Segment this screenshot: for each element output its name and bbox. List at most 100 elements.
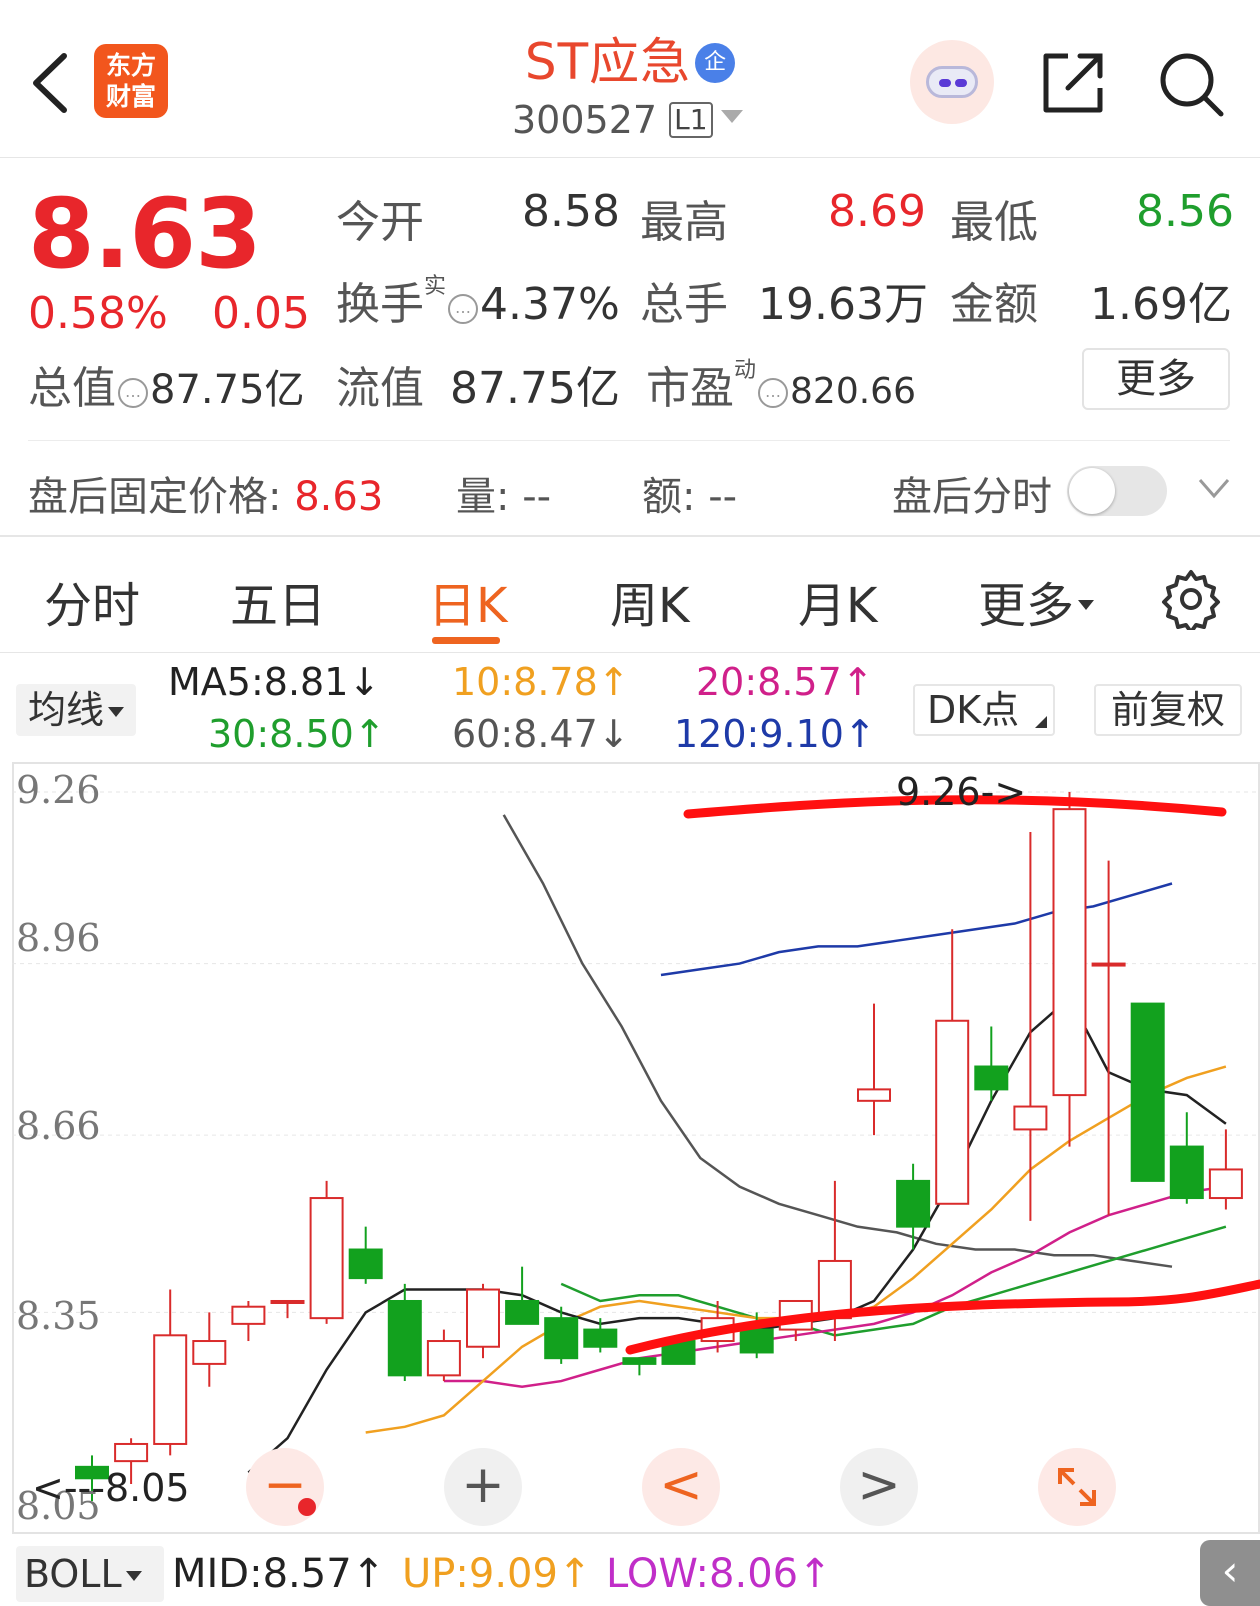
- float-cap-label: 流值: [336, 363, 424, 414]
- after-hours-volume: 量: --: [456, 474, 552, 520]
- market-cap[interactable]: 总值… 87.75亿: [28, 352, 305, 416]
- tab-more[interactable]: 更多: [978, 566, 1095, 636]
- market-cap-value: 87.75亿: [150, 367, 305, 413]
- candle-body: [270, 1299, 305, 1304]
- ma20-value: 20:8.57↑: [696, 660, 874, 704]
- ma5-value: MA5:8.81↓: [168, 660, 381, 704]
- ma10-value: 10:8.78↑: [452, 660, 630, 704]
- boll-up: UP:9.09↑: [402, 1551, 592, 1597]
- fullscreen-button[interactable]: [1038, 1448, 1116, 1526]
- candle-body: [505, 1299, 540, 1325]
- boll-low: LOW:8.06↑: [606, 1551, 832, 1597]
- high-price-marker: 9.26->: [896, 770, 1027, 814]
- y-axis-label: 8.66: [16, 1104, 101, 1148]
- turnover-value: 4.37%: [480, 279, 620, 330]
- candle-body: [1013, 1105, 1048, 1131]
- dropdown-caret-icon: [720, 110, 743, 123]
- ai-assistant-robot-icon[interactable]: [910, 40, 994, 124]
- candle-body: [739, 1328, 774, 1354]
- open-label: 今开: [336, 197, 424, 248]
- stock-title: ST应急企: [480, 22, 780, 94]
- high-value: 8.69: [828, 186, 926, 237]
- back-arrow-icon[interactable]: [28, 50, 72, 116]
- more-quote-button[interactable]: 更多: [1082, 348, 1230, 410]
- low-value: 8.56: [1136, 186, 1234, 237]
- candle-body: [192, 1340, 227, 1365]
- collapse-panel-button[interactable]: ‹: [1200, 1540, 1260, 1606]
- candle-body: [426, 1340, 461, 1377]
- search-icon[interactable]: [1155, 48, 1227, 120]
- y-axis-label: 8.96: [16, 916, 101, 960]
- pan-left-button[interactable]: <: [642, 1448, 720, 1526]
- share-icon[interactable]: [1038, 48, 1108, 118]
- info-icon: …: [448, 294, 479, 324]
- indicator-select[interactable]: BOLL: [16, 1546, 164, 1602]
- candle-body: [1208, 1168, 1243, 1200]
- tab-five-day[interactable]: 五日: [230, 566, 326, 636]
- y-axis-label: 8.35: [16, 1294, 101, 1338]
- high-label: 最高: [640, 197, 728, 248]
- tab-daily-k[interactable]: 日K: [428, 566, 507, 636]
- expand-icon: [1058, 1468, 1096, 1506]
- candle-body: [1130, 1002, 1165, 1182]
- stock-code-selector[interactable]: 300527 L1: [512, 98, 743, 142]
- adjustment-button[interactable]: 前复权: [1094, 684, 1242, 736]
- info-icon: …: [118, 378, 148, 408]
- pe-value: 820.66: [790, 371, 916, 412]
- level-badge: L1: [669, 102, 713, 138]
- after-hours-toggle[interactable]: [1067, 466, 1167, 516]
- volume-label: 总手: [640, 279, 728, 330]
- candle-body: [348, 1248, 383, 1280]
- dk-point-button[interactable]: DK点: [913, 684, 1055, 736]
- turnover-rate[interactable]: 换手实… 4.37%: [336, 268, 620, 332]
- gear-icon[interactable]: [1160, 568, 1222, 630]
- stock-name: ST应急: [524, 33, 692, 91]
- candle-body: [1091, 962, 1126, 967]
- candle-body: [974, 1065, 1009, 1091]
- y-axis-label: 9.26: [16, 768, 101, 812]
- tab-intraday[interactable]: 分时: [44, 566, 140, 636]
- candle-body: [622, 1357, 657, 1365]
- ma120-line: [660, 882, 1173, 977]
- candle-body: [583, 1328, 618, 1348]
- candle-body: [544, 1317, 579, 1360]
- candle-body: [231, 1305, 266, 1325]
- app-header: 东方 财富 ST应急企 300527 L1: [0, 0, 1260, 158]
- after-hours-timeline-label: 盘后分时: [892, 474, 1052, 520]
- candle-body: [896, 1179, 931, 1228]
- after-hours-amount: 额: --: [642, 474, 738, 520]
- pan-right-button[interactable]: >: [840, 1448, 918, 1526]
- ma-type-select[interactable]: 均线: [16, 684, 136, 736]
- zoom-in-button[interactable]: +: [444, 1448, 522, 1526]
- active-tab-indicator: [432, 637, 500, 644]
- kline-chart[interactable]: 9.26 8.96 8.66 8.35 8.05 9.26-> <---8.05: [12, 762, 1260, 1534]
- pe-ratio[interactable]: 市盈动… 820.66: [646, 352, 916, 416]
- tab-weekly-k[interactable]: 周K: [610, 566, 689, 636]
- candle-body: [387, 1299, 422, 1377]
- candle-body: [935, 1019, 970, 1205]
- ma30-value: 30:8.50↑: [208, 712, 386, 756]
- after-hours-price: 盘后固定价格: 8.63: [28, 474, 384, 520]
- zoom-out-button[interactable]: −: [246, 1448, 324, 1526]
- chevron-down-icon[interactable]: [1196, 474, 1232, 502]
- candle-body: [1169, 1145, 1204, 1200]
- candle-body: [466, 1288, 500, 1348]
- dropdown-caret-icon: [1078, 600, 1095, 610]
- current-price: 8.63: [28, 178, 262, 290]
- divider: [0, 652, 1260, 653]
- kline-chart-svg[interactable]: [12, 762, 1260, 1534]
- enterprise-badge: 企: [695, 43, 736, 83]
- candle-body: [1052, 808, 1087, 1097]
- section-divider: [0, 535, 1260, 537]
- amount-value: 1.69亿: [1090, 279, 1232, 330]
- amount-label: 金额: [950, 279, 1038, 330]
- after-hours-price-value: 8.63: [294, 474, 384, 520]
- low-price-marker: <---8.05: [32, 1466, 190, 1510]
- divider: [28, 440, 1230, 441]
- volume-value: 19.63万: [758, 279, 928, 330]
- tab-monthly-k[interactable]: 月K: [798, 566, 877, 636]
- ma10-line: [365, 1065, 1227, 1434]
- change-percent: 0.58%: [28, 288, 168, 339]
- stock-code: 300527: [512, 98, 658, 142]
- app-logo: 东方 财富: [94, 44, 168, 118]
